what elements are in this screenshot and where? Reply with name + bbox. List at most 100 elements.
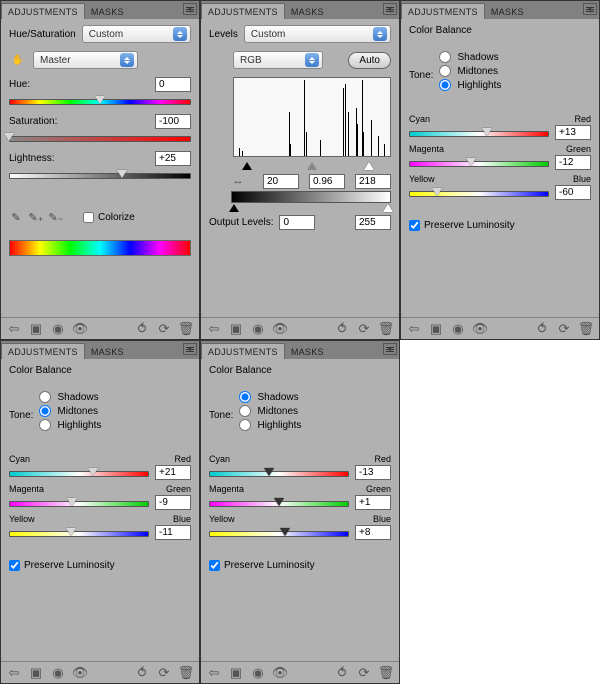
auto-button[interactable]: Auto (348, 52, 391, 69)
lightness-input[interactable] (155, 151, 191, 166)
delete-icon[interactable]: 🗑 (577, 321, 595, 337)
tab-masks[interactable]: MASKS (285, 4, 330, 19)
input-gamma-handle[interactable] (307, 157, 317, 170)
reset-icon[interactable]: ⟳ (155, 321, 173, 337)
yellow-blue-input[interactable] (555, 185, 591, 200)
panel-menu-icon[interactable] (383, 3, 397, 15)
cyan-red-input[interactable] (155, 465, 191, 480)
toggle-visibility-icon[interactable]: 👁 (71, 665, 89, 681)
reset-icon[interactable]: ⟳ (155, 665, 173, 681)
previous-state-icon[interactable]: ⥀ (333, 321, 351, 337)
tab-masks[interactable]: MASKS (85, 4, 130, 19)
yellow-blue-input[interactable] (355, 525, 391, 540)
tab-adjustments[interactable]: ADJUSTMENTS (1, 3, 85, 19)
back-arrow-icon[interactable]: ⇦ (5, 665, 23, 681)
yellow-blue-slider[interactable] (9, 526, 149, 540)
preset-dropdown[interactable]: Custom (244, 25, 391, 43)
saturation-input[interactable] (155, 114, 191, 129)
tab-adjustments[interactable]: ADJUSTMENTS (201, 3, 285, 19)
magenta-green-input[interactable] (555, 155, 591, 170)
clip-to-layer-icon[interactable]: ◉ (49, 665, 67, 681)
output-white-field[interactable] (355, 215, 391, 230)
cyan-red-slider[interactable] (209, 466, 349, 480)
cyan-red-input[interactable] (355, 465, 391, 480)
back-arrow-icon[interactable]: ⇦ (405, 321, 423, 337)
expand-view-icon[interactable]: ▣ (227, 665, 245, 681)
tone-midtones-radio[interactable] (439, 65, 451, 77)
tab-masks[interactable]: MASKS (285, 344, 330, 359)
previous-state-icon[interactable]: ⥀ (533, 321, 551, 337)
panel-menu-icon[interactable] (183, 3, 197, 15)
tone-midtones-radio[interactable] (239, 405, 251, 417)
previous-state-icon[interactable]: ⥀ (133, 665, 151, 681)
cyan-red-input[interactable] (555, 125, 591, 140)
delete-icon[interactable]: 🗑 (177, 665, 195, 681)
magenta-green-slider[interactable] (9, 496, 149, 510)
magenta-green-slider[interactable] (409, 156, 549, 170)
output-black-handle[interactable] (229, 199, 239, 212)
magenta-green-input[interactable] (355, 495, 391, 510)
channel-dropdown[interactable]: Master (33, 51, 138, 69)
input-black-handle[interactable] (242, 157, 252, 170)
delete-icon[interactable]: 🗑 (377, 321, 395, 337)
preserve-luminosity-checkbox[interactable]: Preserve Luminosity (9, 560, 191, 571)
output-black-field[interactable] (279, 215, 315, 230)
input-white-handle[interactable] (364, 157, 374, 170)
expand-view-icon[interactable]: ▣ (427, 321, 445, 337)
back-arrow-icon[interactable]: ⇦ (205, 321, 223, 337)
saturation-slider[interactable] (9, 131, 191, 145)
hue-input[interactable] (155, 77, 191, 92)
yellow-blue-input[interactable] (155, 525, 191, 540)
eyedropper-plus-icon[interactable]: ✎₊ (29, 210, 43, 224)
channel-dropdown[interactable]: RGB (233, 51, 323, 69)
colorize-checkbox[interactable]: Colorize (83, 212, 135, 223)
delete-icon[interactable]: 🗑 (177, 321, 195, 337)
tone-shadows-radio[interactable] (39, 391, 51, 403)
hue-slider[interactable] (9, 94, 191, 108)
tone-highlights-radio[interactable] (39, 419, 51, 431)
panel-menu-icon[interactable] (583, 3, 597, 15)
toggle-visibility-icon[interactable]: 👁 (71, 321, 89, 337)
output-white-handle[interactable] (383, 199, 393, 212)
toggle-visibility-icon[interactable]: 👁 (471, 321, 489, 337)
tab-adjustments[interactable]: ADJUSTMENTS (1, 343, 85, 359)
output-gradient[interactable] (231, 191, 391, 203)
cyan-red-slider[interactable] (409, 126, 549, 140)
expand-view-icon[interactable]: ▣ (227, 321, 245, 337)
expand-view-icon[interactable]: ▣ (27, 665, 45, 681)
tab-masks[interactable]: MASKS (85, 344, 130, 359)
panel-menu-icon[interactable] (383, 343, 397, 355)
magenta-green-input[interactable] (155, 495, 191, 510)
back-arrow-icon[interactable]: ⇦ (5, 321, 23, 337)
delete-icon[interactable]: 🗑 (377, 665, 395, 681)
reset-icon[interactable]: ⟳ (555, 321, 573, 337)
preset-dropdown[interactable]: Custom (82, 25, 191, 43)
back-arrow-icon[interactable]: ⇦ (205, 665, 223, 681)
scrubby-hand-icon[interactable]: ✋ (9, 51, 27, 69)
reset-icon[interactable]: ⟳ (355, 321, 373, 337)
previous-state-icon[interactable]: ⥀ (333, 665, 351, 681)
clip-to-layer-icon[interactable]: ◉ (449, 321, 467, 337)
input-black-field[interactable] (263, 174, 299, 189)
tab-masks[interactable]: MASKS (485, 4, 530, 19)
tone-midtones-radio[interactable] (39, 405, 51, 417)
cyan-red-slider[interactable] (9, 466, 149, 480)
lightness-slider[interactable] (9, 168, 191, 182)
eyedropper-minus-icon[interactable]: ✎₋ (49, 210, 63, 224)
preserve-luminosity-checkbox[interactable]: Preserve Luminosity (209, 560, 391, 571)
tone-shadows-radio[interactable] (239, 391, 251, 403)
tone-highlights-radio[interactable] (439, 79, 451, 91)
tab-adjustments[interactable]: ADJUSTMENTS (401, 3, 485, 19)
clip-to-layer-icon[interactable]: ◉ (249, 321, 267, 337)
toggle-visibility-icon[interactable]: 👁 (271, 321, 289, 337)
expand-view-icon[interactable]: ▣ (27, 321, 45, 337)
reset-icon[interactable]: ⟳ (355, 665, 373, 681)
clip-to-layer-icon[interactable]: ◉ (249, 665, 267, 681)
yellow-blue-slider[interactable] (209, 526, 349, 540)
tone-highlights-radio[interactable] (239, 419, 251, 431)
tab-adjustments[interactable]: ADJUSTMENTS (201, 343, 285, 359)
gradient-swap-icon[interactable]: ↔ (231, 174, 245, 188)
eyedropper-icon[interactable]: ✎ (9, 210, 23, 224)
magenta-green-slider[interactable] (209, 496, 349, 510)
yellow-blue-slider[interactable] (409, 186, 549, 200)
